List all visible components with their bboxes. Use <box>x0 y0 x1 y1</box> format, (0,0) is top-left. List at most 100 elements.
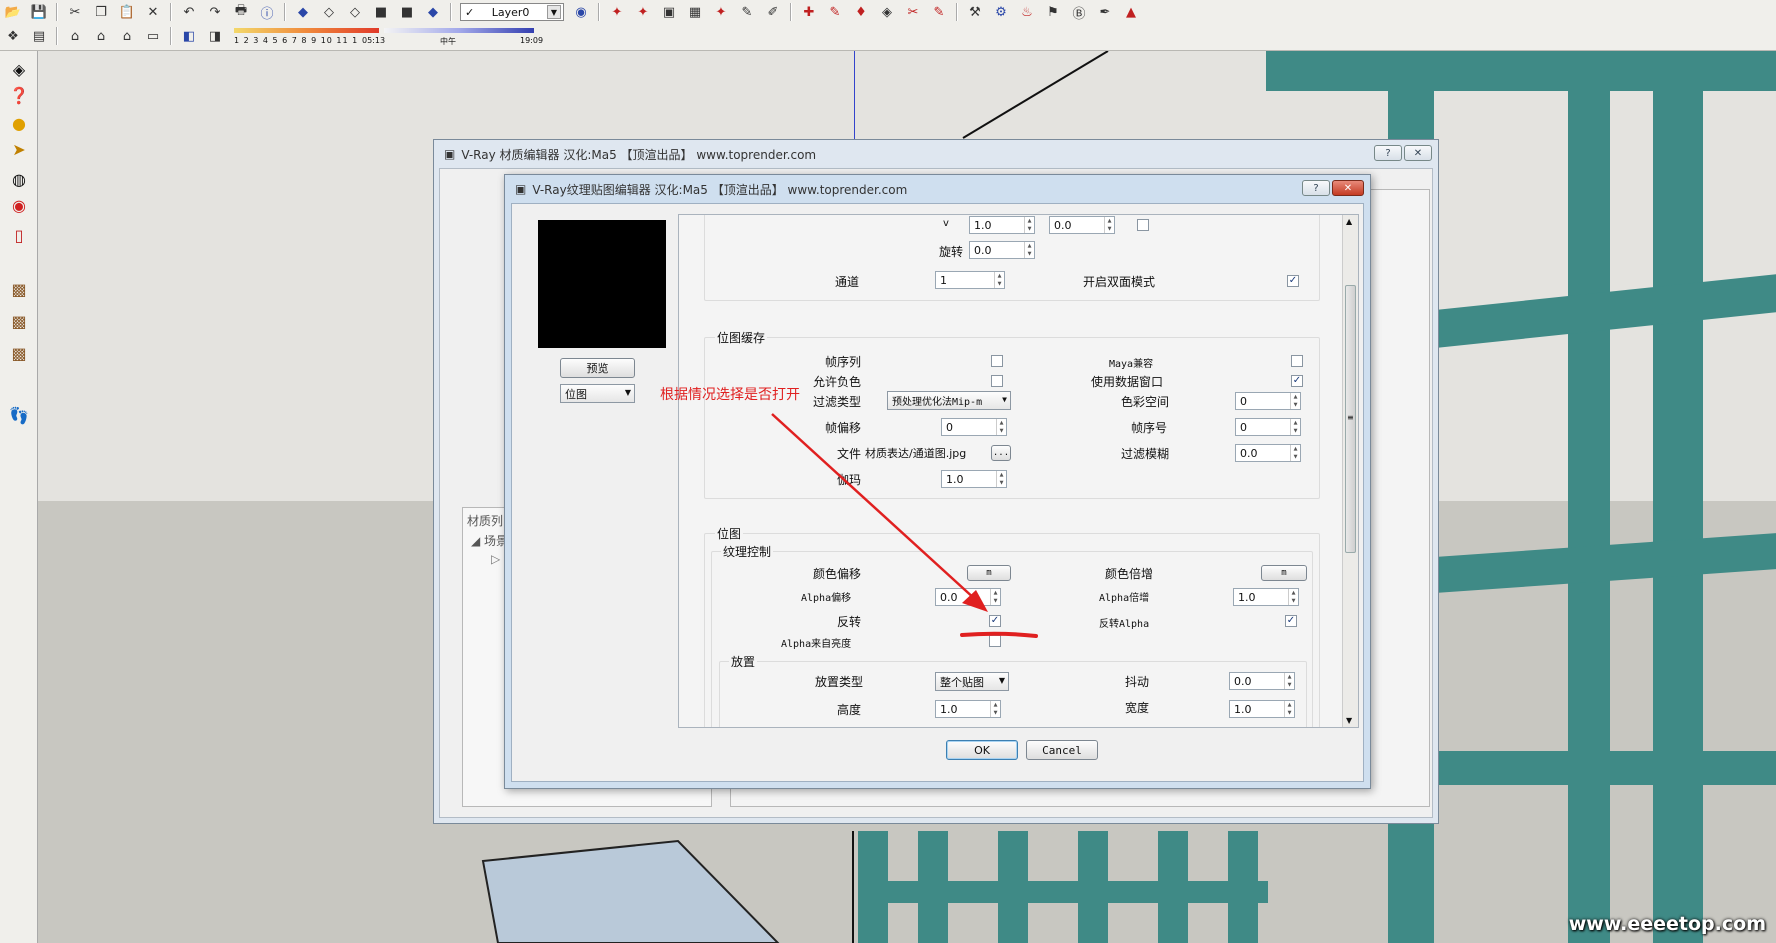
color-wheel-icon[interactable]: ◉ <box>6 193 32 217</box>
color-space-input[interactable]: 0 ▲ ▼ <box>1235 392 1301 410</box>
save-icon[interactable]: 💾 <box>28 2 50 22</box>
v-offset-checkbox[interactable] <box>1137 219 1149 231</box>
browse-file-button[interactable]: ... <box>991 445 1011 461</box>
help-button[interactable]: ? <box>1302 180 1330 196</box>
invert-checkbox[interactable]: ✓ <box>989 615 1001 627</box>
preview-button[interactable]: 预览 <box>560 358 635 378</box>
xray-icon[interactable]: ◆ <box>422 2 444 22</box>
v-offset-input[interactable]: 0.0 ▲ ▼ <box>1049 216 1115 234</box>
globe-icon[interactable]: ◍ <box>6 167 32 191</box>
copy-icon[interactable]: ❐ <box>90 2 112 22</box>
maya-compat-checkbox[interactable] <box>1291 355 1303 367</box>
undo-icon[interactable]: ↶ <box>178 2 200 22</box>
paste-icon[interactable]: 📋 <box>116 2 138 22</box>
terrain-icon[interactable]: ▩ <box>6 277 32 301</box>
paint-bucket-icon[interactable]: ❖ <box>2 26 24 46</box>
vray-frame-buffer-icon[interactable]: ▦ <box>684 2 706 22</box>
file-path-field[interactable]: 材质表达/通道图.jpg <box>865 444 983 462</box>
plugin-tool-4-icon[interactable]: ◈ <box>876 2 898 22</box>
cancel-button[interactable]: Cancel <box>1026 740 1098 760</box>
alpha-mult-input[interactable]: 1.0 ▲ ▼ <box>1233 588 1299 606</box>
vray-rt-icon[interactable]: ✦ <box>710 2 732 22</box>
iso-view-icon[interactable]: ◆ <box>292 2 314 22</box>
width-input[interactable]: 1.0 ▲ ▼ <box>1229 700 1295 718</box>
erase-icon[interactable]: ✕ <box>142 2 164 22</box>
texture-type-dropdown[interactable]: 位图 ▼ <box>560 384 635 403</box>
color-mult-map-button[interactable]: m <box>1261 565 1307 581</box>
plugin-tool-6-icon[interactable]: ✎ <box>928 2 950 22</box>
placement-type-dropdown[interactable]: 整个贴图 ▼ <box>935 672 1009 691</box>
shadow-toggle-icon[interactable]: ◨ <box>204 26 226 46</box>
group-icon[interactable]: ▤ <box>28 26 50 46</box>
time-slider-track[interactable] <box>384 28 534 33</box>
frame-offset-input[interactable]: 0 ▲ ▼ <box>941 418 1007 436</box>
help-icon[interactable]: ❓ <box>6 83 32 107</box>
plugin-tool-5-icon[interactable]: ✂ <box>902 2 924 22</box>
channel-input[interactable]: 1 ▲ ▼ <box>935 271 1005 289</box>
frame-number-input[interactable]: 0 ▲ ▼ <box>1235 418 1301 436</box>
frame-sequence-checkbox[interactable] <box>991 355 1003 367</box>
invert-alpha-checkbox[interactable]: ✓ <box>1285 615 1297 627</box>
params-scrollbar[interactable]: ▲ ≡ ▼ <box>1342 215 1358 727</box>
plugin-tool-12-icon[interactable]: ✒ <box>1094 2 1116 22</box>
jitter-input[interactable]: 0.0 ▲ ▼ <box>1229 672 1295 690</box>
model-info-icon[interactable]: ⓘ <box>256 2 278 22</box>
plugin-tool-3-icon[interactable]: ♦ <box>850 2 872 22</box>
vray-render-icon[interactable]: ▣ <box>658 2 680 22</box>
top-view-icon[interactable]: ◇ <box>318 2 340 22</box>
textured-icon[interactable]: ■ <box>396 2 418 22</box>
filter-blur-input[interactable]: 0.0 ▲ ▼ <box>1235 444 1301 462</box>
plugin-tool-7-icon[interactable]: ⚒ <box>964 2 986 22</box>
shaded-icon[interactable]: ■ <box>370 2 392 22</box>
plugin-tool-9-icon[interactable]: ♨ <box>1016 2 1038 22</box>
gamma-input[interactable]: 1.0 ▲ ▼ <box>941 470 1007 488</box>
shadow-slider[interactable]: 1 2 3 4 5 6 7 8 9 10 11 1 05:13 中午 19:09 <box>234 25 549 47</box>
ok-button[interactable]: OK <box>946 740 1018 760</box>
terrain-drape-icon[interactable]: ▩ <box>6 309 32 333</box>
open-icon[interactable]: 📂 <box>2 2 24 22</box>
help-button[interactable]: ? <box>1374 145 1402 161</box>
front-view-icon[interactable]: ◇ <box>344 2 366 22</box>
double-sided-checkbox[interactable]: ✓ <box>1287 275 1299 287</box>
scroll-down-icon[interactable]: ▼ <box>1346 716 1352 725</box>
redo-icon[interactable]: ↷ <box>204 2 226 22</box>
house-icon[interactable]: ⌂ <box>64 26 86 46</box>
alpha-offset-input[interactable]: 0.0 ▲ ▼ <box>935 588 1001 606</box>
warehouse-icon[interactable]: ⌂ <box>90 26 112 46</box>
month-slider-track[interactable] <box>234 28 379 33</box>
flag-icon[interactable]: ➤ <box>6 137 32 161</box>
vray-options-icon[interactable]: ✦ <box>632 2 654 22</box>
scroll-up-icon[interactable]: ▲ <box>1346 217 1352 226</box>
height-input[interactable]: 1.0 ▲ ▼ <box>935 700 1001 718</box>
plugin-tool-2-icon[interactable]: ✎ <box>824 2 846 22</box>
rotate-input[interactable]: 0.0 ▲ ▼ <box>969 241 1035 259</box>
plugin-tool-1-icon[interactable]: ✚ <box>798 2 820 22</box>
component-icon[interactable]: ▭ <box>142 26 164 46</box>
plugin-tool-10-icon[interactable]: ⚑ <box>1042 2 1064 22</box>
tree-expand-icon[interactable]: ▷ <box>491 552 500 566</box>
vray-sphere-light-icon[interactable]: ✐ <box>762 2 784 22</box>
close-button[interactable]: ✕ <box>1404 145 1432 161</box>
vray-light-icon[interactable]: ✎ <box>736 2 758 22</box>
plugin-tool-11-icon[interactable]: Ⓑ <box>1068 2 1090 22</box>
close-button[interactable]: ✕ <box>1332 180 1364 196</box>
texture-params-panel[interactable]: v 1.0 ▲ ▼ 0.0 ▲ ▼ 旋转 0.0 ▲ ▼ 通道 1 ▲ ▼ 开启双面模式 ✓ 位… <box>678 214 1359 728</box>
color-offset-map-button[interactable]: m <box>967 565 1011 581</box>
home-icon[interactable]: ⌂ <box>116 26 138 46</box>
layer-dropdown[interactable]: ✓ Layer0 ▼ <box>460 3 564 21</box>
sphere-icon[interactable]: ● <box>6 111 32 135</box>
filter-type-dropdown[interactable]: 预处理优化法Mip-m ▼ <box>887 391 1011 410</box>
walkthrough-icon[interactable]: ◈ <box>6 57 32 81</box>
v-value-input[interactable]: 1.0 ▲ ▼ <box>969 216 1035 234</box>
terrain-stamp-icon[interactable]: ▩ <box>6 341 32 365</box>
layer-manager-icon[interactable]: ◉ <box>570 2 592 22</box>
allow-negative-checkbox[interactable] <box>991 375 1003 387</box>
plugin-tool-8-icon[interactable]: ⚙ <box>990 2 1012 22</box>
shadow-settings-icon[interactable]: ◧ <box>178 26 200 46</box>
section-icon[interactable]: ▯ <box>6 223 32 247</box>
app-store-icon[interactable]: ▲ <box>1120 2 1142 22</box>
print-icon[interactable]: 🖶 <box>230 2 252 22</box>
cut-icon[interactable]: ✂ <box>64 2 86 22</box>
material-tree-item-scene[interactable]: ◢ 场景 <box>471 532 508 549</box>
alpha-from-intensity-checkbox[interactable] <box>989 635 1001 647</box>
